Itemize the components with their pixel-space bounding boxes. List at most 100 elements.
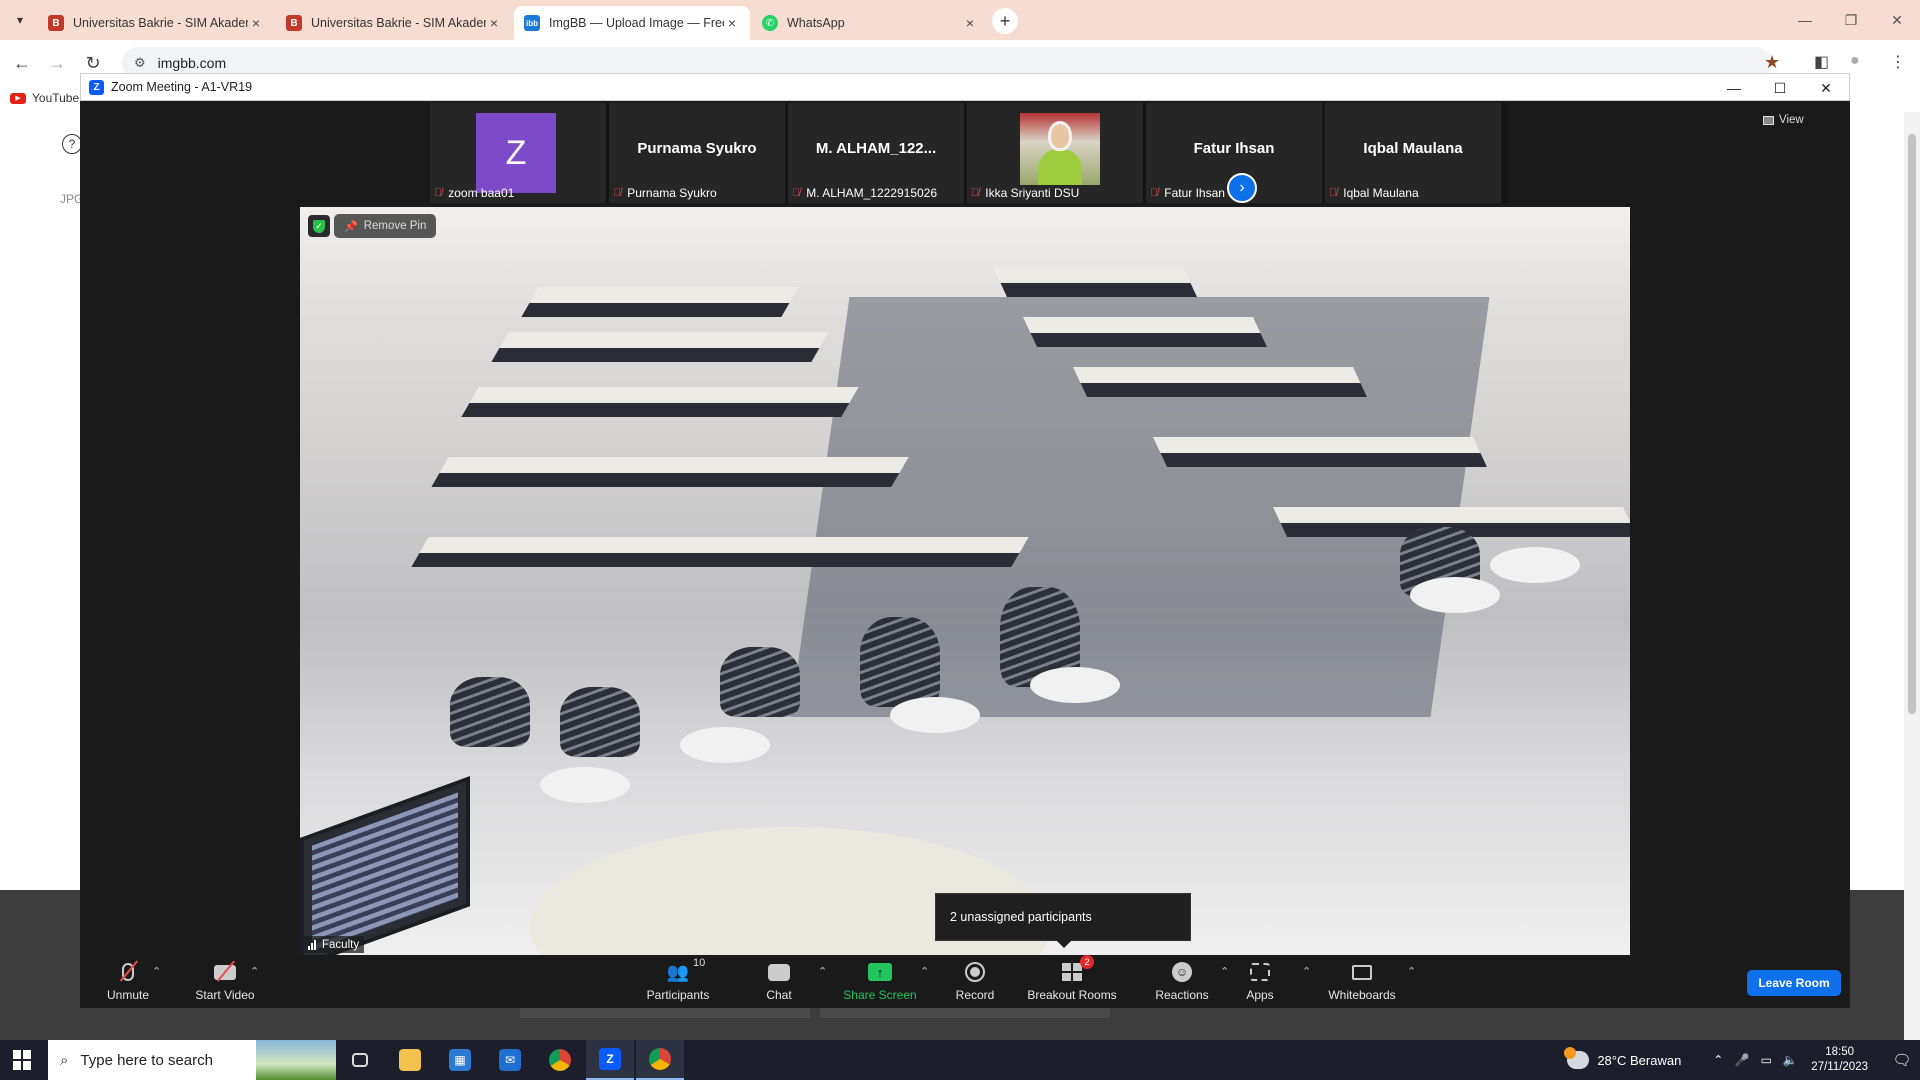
view-button[interactable]: View bbox=[1763, 114, 1804, 126]
windows-start-icon[interactable] bbox=[8, 1050, 36, 1070]
chat-button[interactable]: Chat bbox=[754, 961, 804, 1002]
close-icon[interactable]: ✕ bbox=[1803, 74, 1849, 102]
participant-tile[interactable]: Z 🎙̸ zoom baa01 bbox=[430, 103, 606, 203]
close-tab-icon[interactable]: × bbox=[486, 15, 502, 31]
browser-window-controls: — ❐ ✕ bbox=[1782, 0, 1920, 40]
chat-icon bbox=[768, 961, 790, 983]
minimize-icon[interactable]: — bbox=[1782, 0, 1828, 40]
task-view-icon[interactable] bbox=[336, 1040, 384, 1080]
participant-gallery: Z 🎙̸ zoom baa01 Purnama Syukro 🎙̸ Purnam… bbox=[430, 103, 1508, 203]
participants-count: 10 bbox=[692, 957, 706, 969]
participant-tile[interactable]: 🎙̸ Ikka Sriyanti DSU bbox=[967, 103, 1143, 203]
chevron-right-icon: › bbox=[1239, 179, 1245, 196]
weather-icon bbox=[1564, 1047, 1590, 1069]
video-options-caret-icon[interactable]: ⌃ bbox=[250, 965, 259, 978]
restore-icon[interactable]: ❐ bbox=[1828, 0, 1874, 40]
site-info-icon[interactable]: ⚙ bbox=[134, 55, 146, 71]
weather-widget[interactable]: 28°C Berawan bbox=[1564, 1047, 1681, 1069]
photo-face bbox=[1048, 121, 1072, 151]
whiteboards-button[interactable]: Whiteboards bbox=[1322, 961, 1402, 1002]
leave-room-button[interactable]: Leave Room bbox=[1747, 970, 1841, 996]
breakout-rooms-icon: 2 bbox=[1062, 955, 1094, 983]
volume-icon[interactable]: 🔈 bbox=[1779, 1053, 1801, 1067]
network-icon[interactable]: ▭ bbox=[1755, 1053, 1777, 1067]
help-icon[interactable]: ? bbox=[62, 134, 82, 154]
share-screen-button[interactable]: ↑ Share Screen bbox=[840, 961, 920, 1002]
page-scrollbar[interactable] bbox=[1904, 112, 1920, 1042]
tab-label: ImgBB — Upload Image — Free bbox=[549, 16, 724, 30]
close-tab-icon[interactable]: × bbox=[962, 15, 978, 31]
search-highlight-image bbox=[256, 1040, 336, 1080]
microsoft-store-icon[interactable]: ▦ bbox=[436, 1040, 484, 1080]
scrollbar-thumb[interactable] bbox=[1908, 134, 1916, 714]
participant-tile[interactable]: Iqbal Maulana 🎙̸ Iqbal Maulana bbox=[1325, 103, 1501, 203]
participant-tile[interactable]: Purnama Syukro 🎙̸ Purnama Syukro bbox=[609, 103, 785, 203]
breakout-rooms-button[interactable]: 2 Breakout Rooms bbox=[1017, 955, 1127, 1002]
bookmark-youtube[interactable]: ▶ YouTube bbox=[10, 91, 79, 105]
file-explorer-icon[interactable] bbox=[386, 1040, 434, 1080]
chrome-icon[interactable] bbox=[536, 1040, 584, 1080]
muted-mic-icon bbox=[122, 961, 134, 983]
breakout-tooltip: 2 unassigned participants bbox=[935, 893, 1191, 948]
pinned-video[interactable]: ✓ 📌 Remove Pin Faculty bbox=[300, 207, 1630, 955]
reactions-label: Reactions bbox=[1155, 988, 1209, 1002]
video-off-icon bbox=[214, 961, 236, 983]
photo-body bbox=[1038, 149, 1082, 185]
apps-caret-icon[interactable]: ⌃ bbox=[1302, 965, 1311, 978]
side-panel-icon[interactable]: ◧ bbox=[1814, 52, 1829, 72]
zoom-taskbar-icon[interactable]: Z bbox=[586, 1040, 634, 1080]
close-tab-icon[interactable]: × bbox=[724, 15, 740, 31]
unmute-button[interactable]: Unmute bbox=[98, 961, 158, 1002]
video-desk bbox=[993, 267, 1197, 297]
minimize-icon[interactable]: — bbox=[1711, 74, 1757, 102]
microphone-icon[interactable]: 🎤 bbox=[1731, 1053, 1753, 1067]
apps-button[interactable]: Apps bbox=[1235, 961, 1285, 1002]
tab-search-button[interactable]: ▾ bbox=[8, 8, 32, 32]
muted-mic-icon: 🎙̸ bbox=[1329, 187, 1338, 199]
bookmark-label: YouTube bbox=[32, 91, 80, 105]
encryption-shield-icon[interactable]: ✓ bbox=[308, 215, 330, 237]
audio-options-caret-icon[interactable]: ⌃ bbox=[152, 965, 161, 978]
view-grid-icon bbox=[1763, 115, 1774, 125]
whiteboards-caret-icon[interactable]: ⌃ bbox=[1407, 965, 1416, 978]
notification-icon[interactable]: 🗨 bbox=[1884, 1051, 1920, 1069]
chrome-active-icon[interactable] bbox=[636, 1040, 684, 1080]
speaker-name-label: Faculty bbox=[303, 936, 365, 953]
chat-options-caret-icon[interactable]: ⌃ bbox=[818, 965, 827, 978]
chevron-up-icon[interactable]: ⌃ bbox=[1707, 1053, 1729, 1067]
mail-icon[interactable]: ✉ bbox=[486, 1040, 534, 1080]
video-desk bbox=[461, 387, 859, 417]
new-tab-button[interactable]: + bbox=[992, 8, 1018, 34]
close-icon[interactable]: ✕ bbox=[1874, 0, 1920, 40]
zoom-window-controls: — ☐ ✕ bbox=[1711, 74, 1849, 102]
participant-label: 🎙̸ Ikka Sriyanti DSU bbox=[971, 185, 1079, 201]
taskbar-search-box[interactable]: ⌕ Type here to search bbox=[48, 1040, 336, 1080]
share-options-caret-icon[interactable]: ⌃ bbox=[920, 965, 929, 978]
bookmark-star-icon[interactable]: ★ bbox=[1764, 52, 1780, 73]
speaker-name: Faculty bbox=[322, 938, 360, 951]
record-button[interactable]: Record bbox=[940, 961, 1010, 1002]
video-armrest bbox=[1030, 667, 1120, 703]
forward-icon[interactable]: → bbox=[44, 50, 70, 76]
muted-mic-icon: 🎙̸ bbox=[434, 187, 443, 199]
next-page-button[interactable]: › bbox=[1227, 173, 1257, 203]
video-armrest bbox=[890, 697, 980, 733]
browser-tab-1[interactable]: B Universitas Bakrie - SIM Akademik × bbox=[38, 6, 274, 40]
chat-label: Chat bbox=[766, 988, 792, 1002]
reactions-caret-icon[interactable]: ⌃ bbox=[1220, 965, 1229, 978]
participant-tile[interactable]: M. ALHAM_122... 🎙̸ M. ALHAM_1222915026 bbox=[788, 103, 964, 203]
reactions-button[interactable]: ☺ Reactions bbox=[1147, 961, 1217, 1002]
menu-icon[interactable]: ⋮ bbox=[1890, 52, 1906, 72]
profile-icon[interactable]: ● bbox=[1850, 52, 1860, 70]
close-tab-icon[interactable]: × bbox=[248, 15, 264, 31]
clock[interactable]: 18:50 27/11/2023 bbox=[1811, 1045, 1868, 1075]
participant-label: 🎙̸ Fatur Ihsan bbox=[1150, 185, 1225, 201]
participants-icon: 👥 10 bbox=[666, 957, 706, 982]
browser-tab-2[interactable]: B Universitas Bakrie - SIM Akademik × bbox=[276, 6, 512, 40]
browser-tab-3[interactable]: ibb ImgBB — Upload Image — Free × bbox=[514, 6, 750, 40]
remove-pin-button[interactable]: 📌 Remove Pin bbox=[334, 214, 437, 238]
maximize-icon[interactable]: ☐ bbox=[1757, 74, 1803, 102]
browser-tab-4[interactable]: ✆ WhatsApp × bbox=[752, 6, 988, 40]
participants-button[interactable]: 👥 10 Participants bbox=[638, 957, 718, 1002]
back-icon[interactable]: ← bbox=[9, 50, 35, 76]
